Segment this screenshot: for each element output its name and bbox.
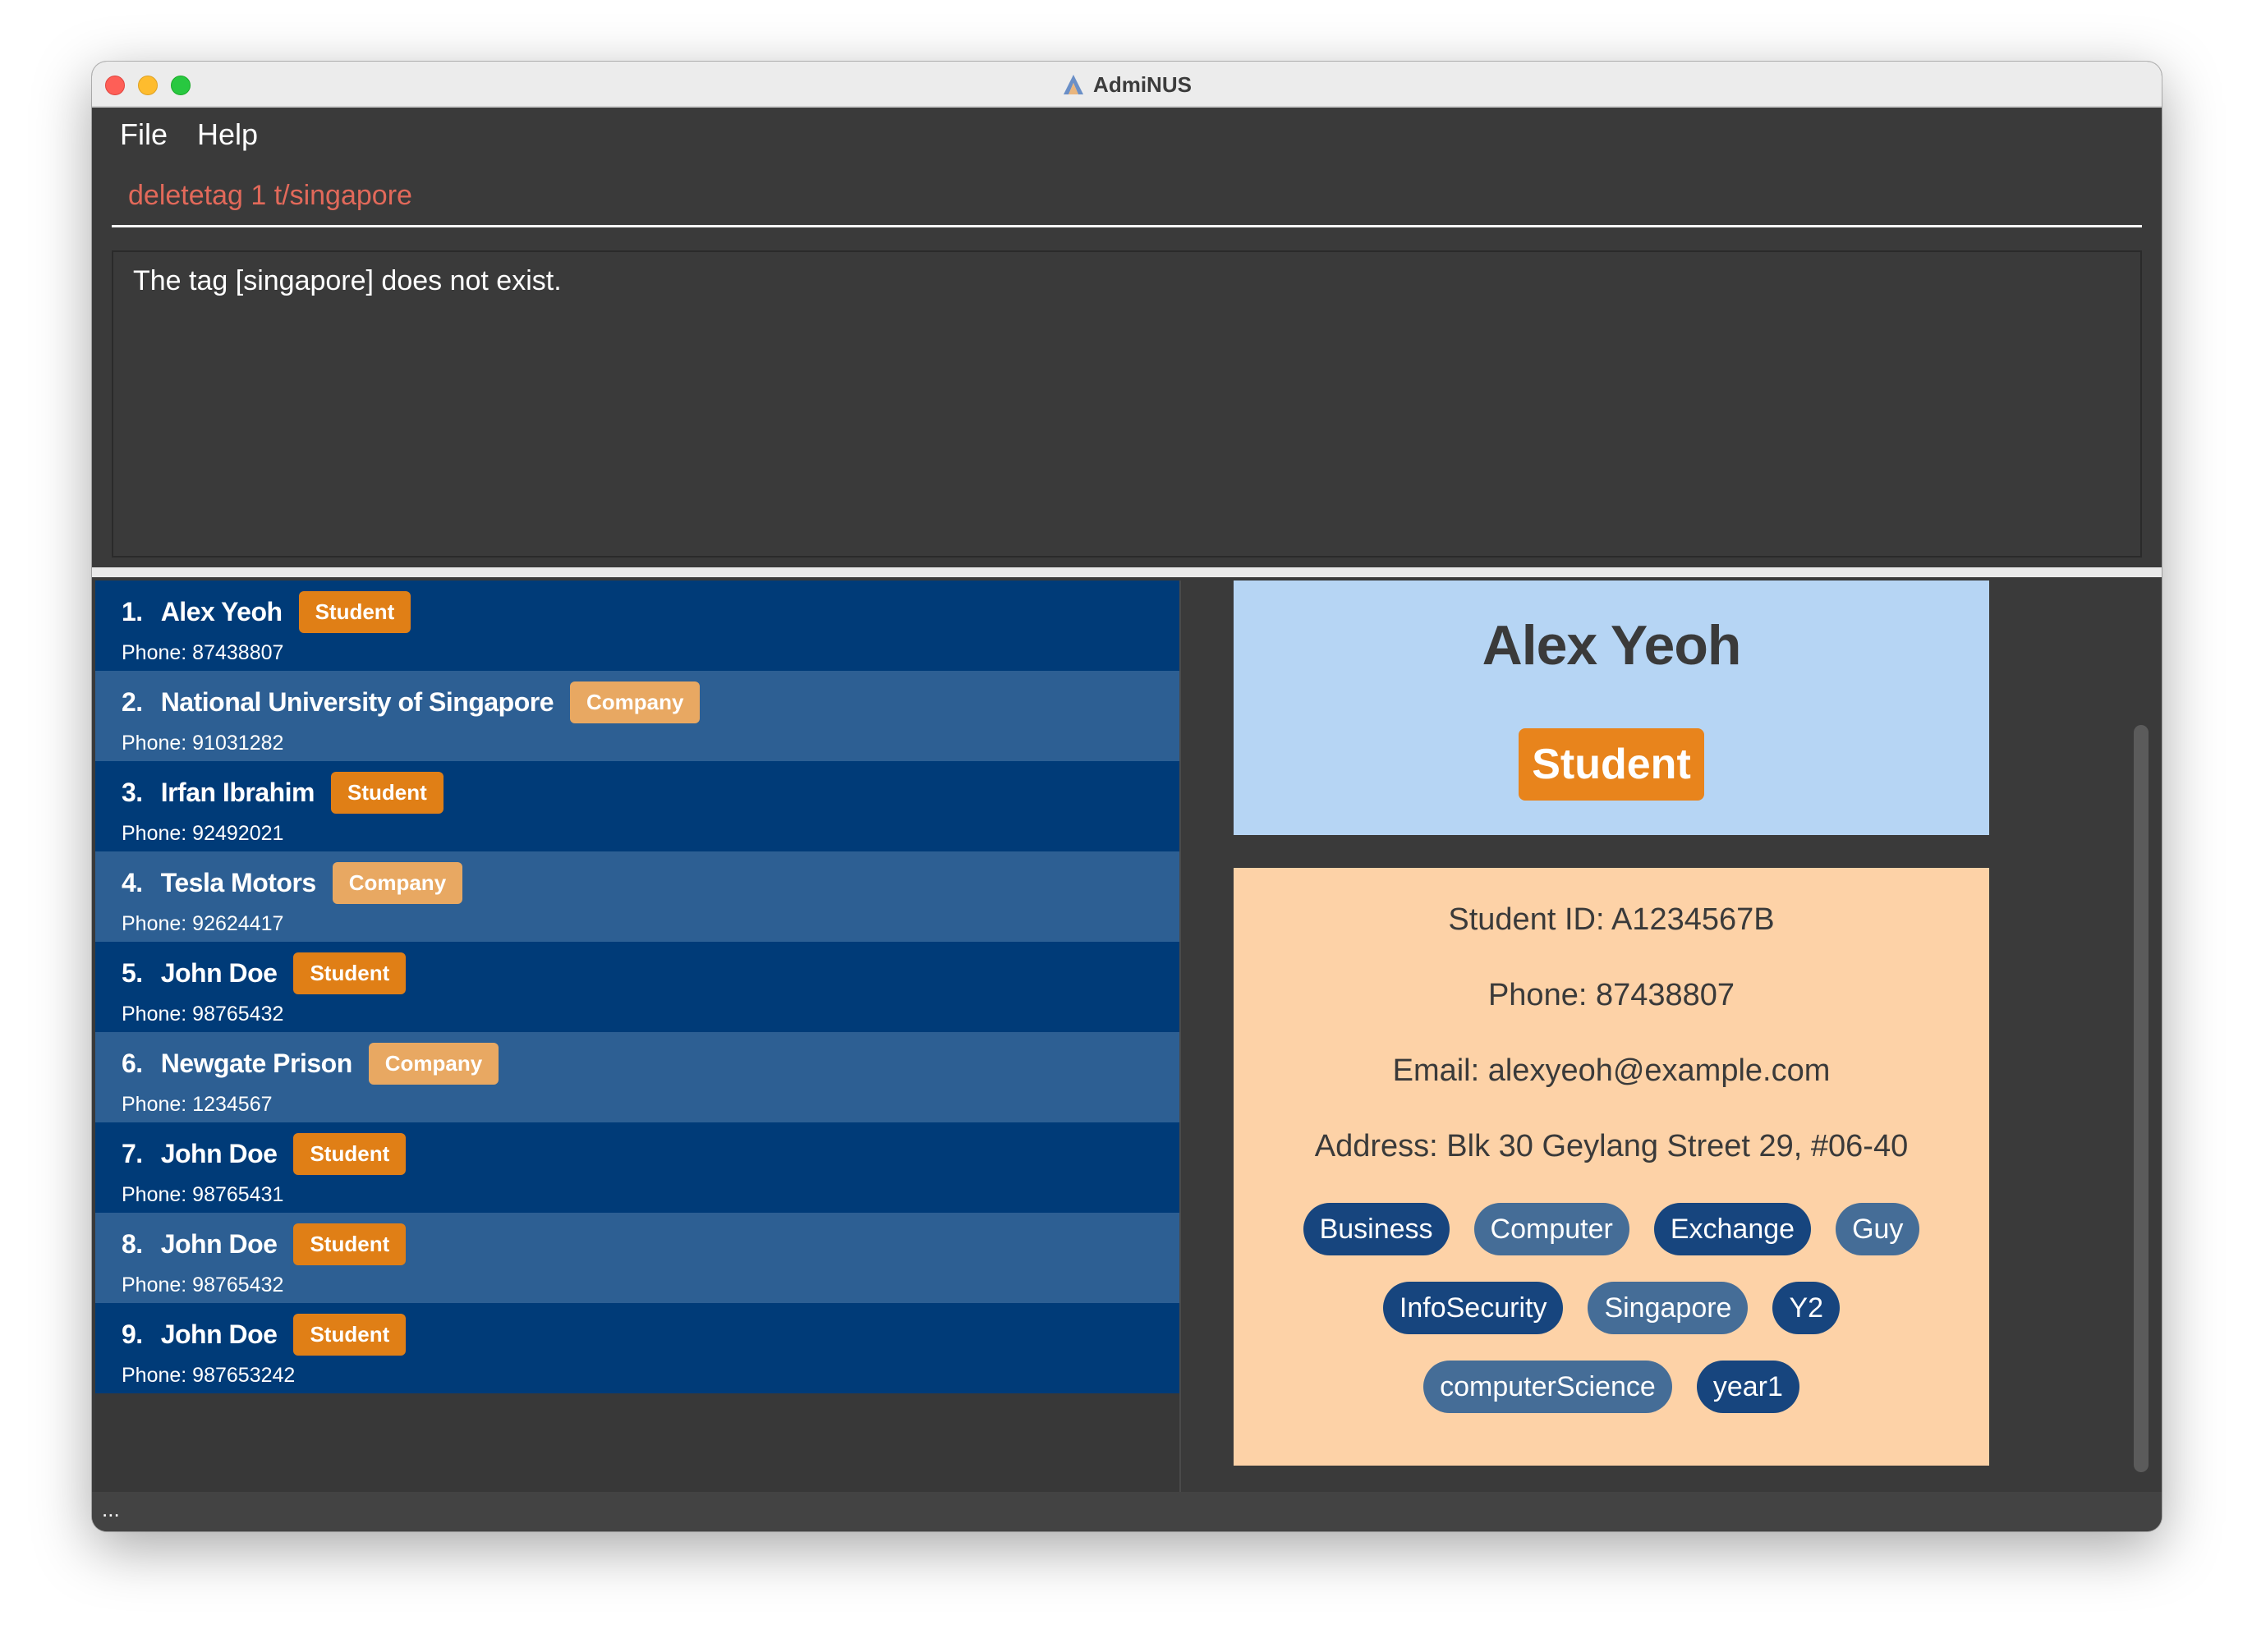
tags-row-2: InfoSecurity Singapore Y2 (1234, 1282, 1989, 1334)
person-card[interactable]: 3. Irfan Ibrahim Student Phone: 92492021 (95, 761, 1181, 851)
person-phone: Phone: 92624417 (122, 912, 284, 935)
person-index: 5. (122, 957, 143, 988)
tag-chip: Singapore (1588, 1282, 1749, 1334)
person-card-header: 3. Irfan Ibrahim Student (122, 771, 444, 814)
person-card-header: 1. Alex Yeoh Student (122, 590, 411, 633)
person-card[interactable]: 2. National University of Singapore Compan… (95, 671, 1181, 761)
person-index: 7. (122, 1138, 143, 1168)
detail-student-id: Student ID: A1234567B (1448, 902, 1775, 937)
person-index: 1. (122, 596, 143, 626)
result-message: The tag [singapore] does not exist. (133, 265, 562, 296)
app-window: AdmiNUS File Help The tag [singapore] do… (92, 62, 2162, 1531)
person-role-badge: Student (331, 771, 444, 814)
detail-email: Email: alexyeoh@example.com (1392, 1053, 1831, 1088)
tag-chip: year1 (1696, 1361, 1799, 1413)
detail-role-badge: Student (1519, 728, 1704, 801)
menu-file[interactable]: File (92, 117, 182, 152)
person-card[interactable]: 1. Alex Yeoh Student Phone: 87438807 (95, 580, 1181, 671)
person-card-header: 7. John Doe Student (122, 1132, 407, 1175)
detail-scrollbar[interactable] (2134, 725, 2149, 1472)
person-card-header: 6. Newgate Prison Company (122, 1042, 499, 1085)
menu-bar: File Help (92, 108, 2162, 162)
person-index: 9. (122, 1319, 143, 1349)
person-card[interactable]: 4. Tesla Motors Company Phone: 92624417 (95, 851, 1181, 942)
person-role-badge: Student (293, 1223, 407, 1265)
person-card[interactable]: 5. John Doe Student Phone: 98765432 (95, 942, 1181, 1032)
person-name: National University of Singapore (160, 686, 554, 717)
tag-chip: Guy (1836, 1203, 1920, 1255)
person-name: John Doe (160, 957, 278, 988)
person-role-badge: Student (293, 1313, 407, 1356)
status-text: ... (102, 1497, 120, 1521)
person-phone: Phone: 87438807 (122, 641, 284, 664)
detail-body: Student ID: A1234567B Phone: 87438807 Em… (1234, 868, 1989, 1466)
person-phone: Phone: 98765431 (122, 1183, 284, 1206)
person-list: 1. Alex Yeoh Student Phone: 87438807 2. Natio… (95, 580, 1181, 1492)
person-index: 2. (122, 686, 143, 717)
person-card[interactable]: 6. Newgate Prison Company Phone: 1234567 (95, 1032, 1181, 1122)
person-card-header: 5. John Doe Student (122, 952, 407, 994)
status-bar: ... (92, 1492, 2162, 1531)
detail-phone: Phone: 87438807 (1487, 978, 1735, 1012)
person-card-header: 4. Tesla Motors Company (122, 861, 463, 904)
person-card[interactable]: 7. John Doe Student Phone: 98765431 (95, 1122, 1181, 1213)
list-detail-divider[interactable] (1179, 580, 1181, 1492)
tag-chip: Exchange (1653, 1203, 1812, 1255)
person-phone: Phone: 1234567 (122, 1093, 273, 1116)
tags-row-3: computerScience year1 (1234, 1361, 1989, 1413)
person-role-badge: Student (293, 952, 407, 994)
person-role-badge: Company (332, 861, 463, 904)
tag-chip: Business (1303, 1203, 1450, 1255)
person-phone: Phone: 98765432 (122, 1273, 284, 1296)
tags-row-1: Business Computer Exchange Guy (1234, 1203, 1989, 1255)
person-index: 6. (122, 1048, 143, 1078)
panel-splitter[interactable] (92, 567, 2162, 577)
tag-chip: InfoSecurity (1382, 1282, 1564, 1334)
person-phone: Phone: 91031282 (122, 732, 284, 755)
person-role-badge: Student (293, 1132, 407, 1175)
person-index: 4. (122, 867, 143, 897)
detail-header: Alex Yeoh Student (1234, 580, 1989, 835)
person-name: John Doe (160, 1228, 278, 1259)
person-card-header: 8. John Doe Student (122, 1223, 407, 1265)
person-phone: Phone: 92492021 (122, 822, 284, 845)
command-box (112, 167, 2142, 227)
command-input[interactable] (112, 167, 2142, 225)
person-name: John Doe (160, 1138, 278, 1168)
person-role-badge: Company (368, 1042, 499, 1085)
menu-help[interactable]: Help (182, 117, 273, 152)
person-role-badge: Student (298, 590, 411, 633)
tag-chip: Y2 (1772, 1282, 1841, 1334)
window-title: AdmiNUS (1093, 71, 1192, 97)
person-index: 3. (122, 777, 143, 807)
person-card-header: 9. John Doe Student (122, 1313, 407, 1356)
title-bar: AdmiNUS (92, 62, 2162, 108)
person-card[interactable]: 9. John Doe Student Phone: 987653242 (95, 1303, 1181, 1393)
tag-chip: Computer (1473, 1203, 1629, 1255)
person-name: Newgate Prison (160, 1048, 353, 1078)
person-name: John Doe (160, 1319, 278, 1349)
person-name: Tesla Motors (160, 867, 317, 897)
person-phone: Phone: 987653242 (122, 1364, 296, 1387)
detail-name: Alex Yeoh (1482, 614, 1742, 677)
detail-address: Address: Blk 30 Geylang Street 29, #06-4… (1314, 1129, 1909, 1163)
person-index: 8. (122, 1228, 143, 1259)
result-display: The tag [singapore] does not exist. (112, 250, 2142, 558)
person-name: Irfan Ibrahim (160, 777, 315, 807)
person-name: Alex Yeoh (160, 596, 283, 626)
person-phone: Phone: 98765432 (122, 1003, 284, 1026)
tag-chip: computerScience (1423, 1361, 1672, 1413)
person-role-badge: Company (570, 681, 701, 723)
person-card[interactable]: 8. John Doe Student Phone: 98765432 (95, 1213, 1181, 1303)
app-logo-icon (1064, 75, 1084, 94)
person-card-header: 2. National University of Singapore Compan… (122, 681, 701, 723)
